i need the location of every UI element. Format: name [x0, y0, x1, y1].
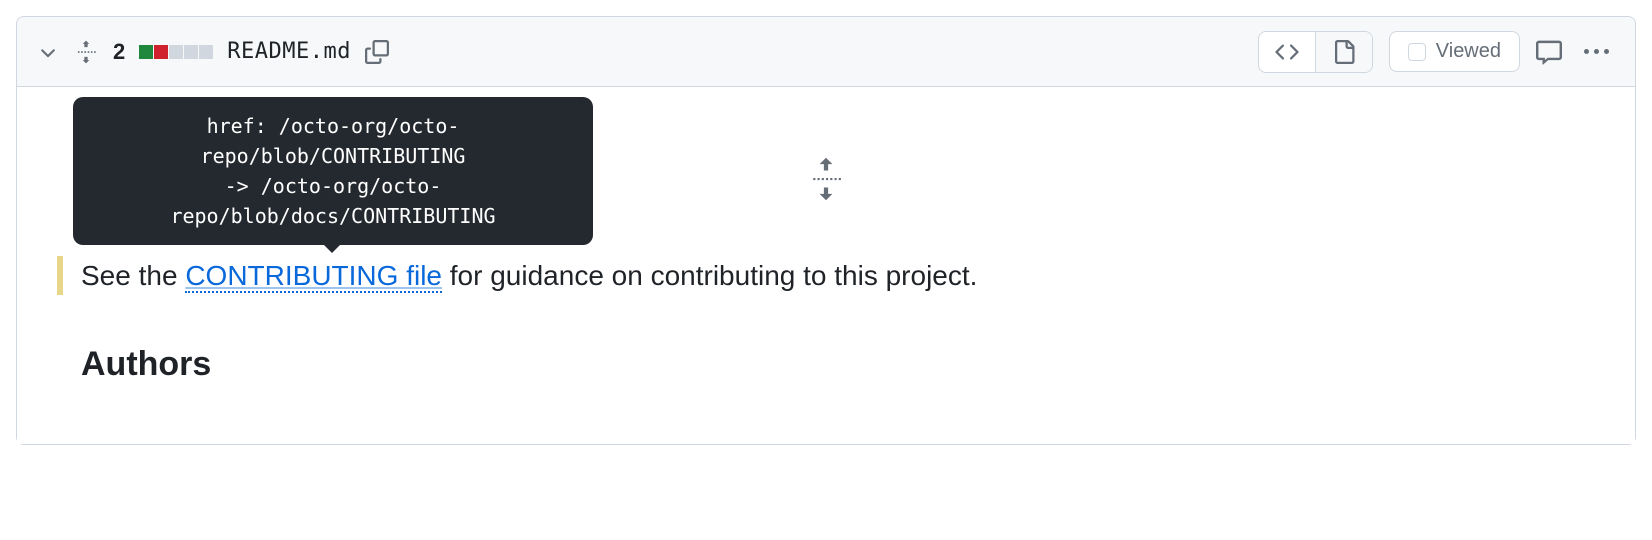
copy-path-icon[interactable] — [365, 40, 389, 64]
diffstat-added-block — [139, 45, 153, 59]
line-text-pre: See the — [81, 260, 185, 291]
section-heading-authors: Authors — [57, 345, 1595, 384]
viewed-label: Viewed — [1436, 40, 1501, 63]
viewed-checkbox[interactable] — [1408, 43, 1426, 61]
viewed-toggle[interactable]: Viewed — [1389, 31, 1520, 72]
line-text-post: for guidance on contributing to this pro… — [442, 260, 977, 291]
changed-line: href: /octo-org/octo-repo/blob/CONTRIBUT… — [57, 256, 1595, 295]
source-view-button[interactable] — [1259, 32, 1316, 72]
diffstat-neutral-block — [169, 45, 183, 59]
comment-icon[interactable] — [1536, 39, 1562, 65]
diffstat-neutral-block — [184, 45, 198, 59]
file-header-right: Viewed — [1258, 31, 1615, 73]
more-options-icon[interactable] — [1578, 49, 1615, 54]
contributing-link[interactable]: CONTRIBUTING file — [185, 260, 442, 293]
diffstat-removed-block — [154, 45, 168, 59]
file-diff-container: 2 README.md — [16, 16, 1636, 445]
collapse-toggle[interactable] — [37, 41, 59, 63]
diffstat — [139, 45, 213, 59]
diff-tooltip: href: /octo-org/octo-repo/blob/CONTRIBUT… — [73, 97, 593, 245]
file-header: 2 README.md — [17, 17, 1635, 87]
rendered-view-button[interactable] — [1316, 32, 1372, 72]
expand-diff-icon[interactable] — [73, 39, 99, 65]
filename[interactable]: README.md — [227, 39, 351, 64]
change-count: 2 — [113, 39, 125, 65]
file-header-left: 2 README.md — [37, 39, 389, 65]
diffstat-neutral-block — [199, 45, 213, 59]
file-body: href: /octo-org/octo-repo/blob/CONTRIBUT… — [17, 87, 1635, 444]
display-mode-toggle — [1258, 31, 1373, 73]
